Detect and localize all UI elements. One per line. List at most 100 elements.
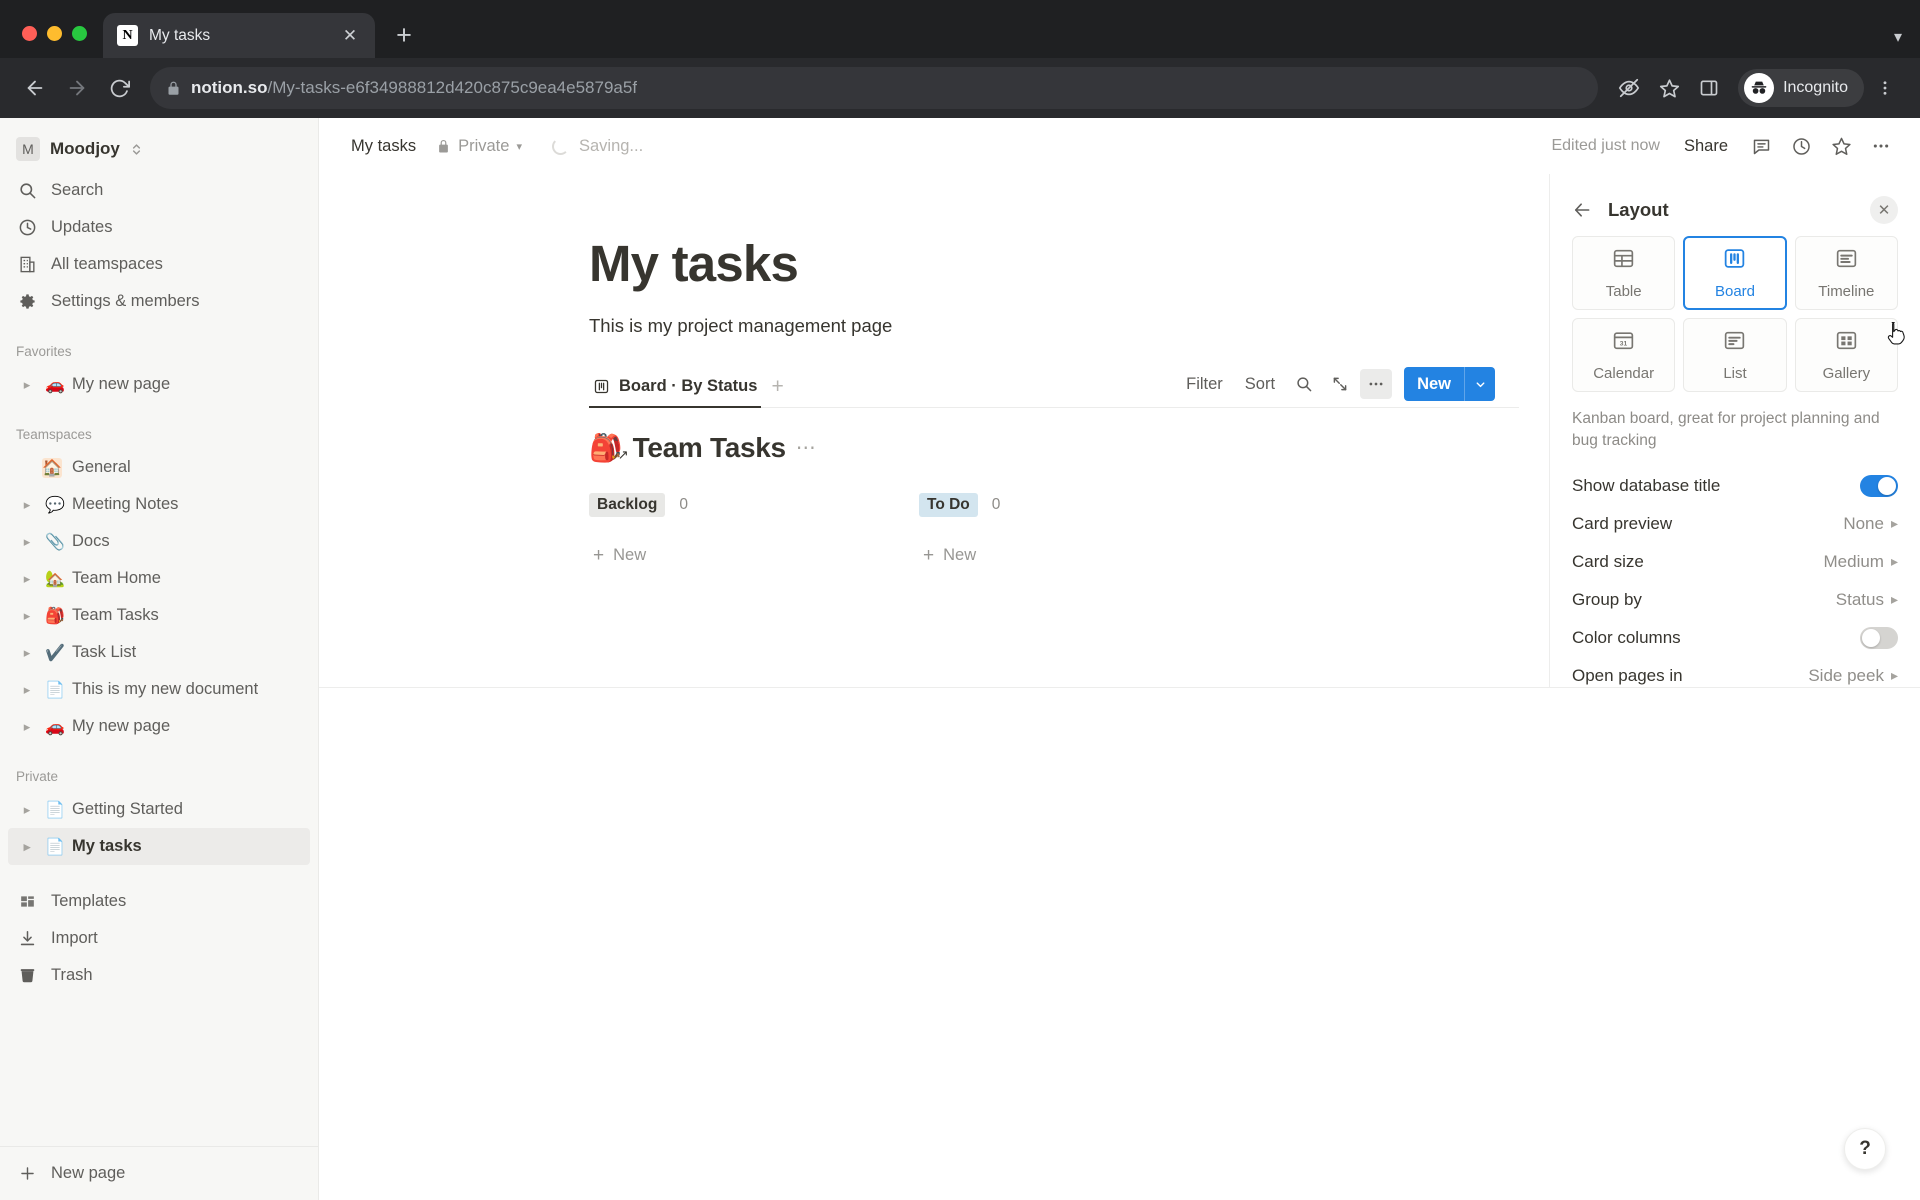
- bookmark-star-icon[interactable]: [1650, 69, 1688, 107]
- browser-window: N My tasks ✕ + ▾ notion.so/My-tasks-e6f3…: [0, 0, 1920, 1200]
- sidebar-item-trash[interactable]: Trash: [8, 957, 310, 994]
- breadcrumb[interactable]: My tasks: [343, 133, 424, 160]
- toggle-knob: [1862, 628, 1880, 647]
- share-button[interactable]: Share: [1674, 132, 1738, 161]
- sidebar-item-team-home[interactable]: ▸ 🏡 Team Home: [8, 560, 310, 597]
- sidebar-item-task-list[interactable]: ▸ ✔️ Task List: [8, 634, 310, 671]
- chevron-right-icon[interactable]: ▸: [16, 608, 38, 624]
- new-page-button[interactable]: New page: [8, 1155, 310, 1192]
- option-card-preview[interactable]: Card preview None ▸: [1572, 505, 1898, 543]
- layout-option-table[interactable]: Table: [1572, 236, 1676, 310]
- sidebar-item-settings-members[interactable]: Settings & members: [8, 283, 310, 320]
- comment-icon[interactable]: [1744, 129, 1778, 163]
- chevron-down-icon: ▾: [516, 140, 522, 153]
- sidebar-item-general[interactable]: 🏠 General: [8, 449, 310, 486]
- sidebar-item-label: Import: [51, 929, 98, 947]
- back-icon[interactable]: [16, 69, 54, 107]
- option-open-pages-in[interactable]: Open pages in Side peek ▸: [1572, 657, 1898, 687]
- forward-icon[interactable]: [58, 69, 96, 107]
- option-group-by[interactable]: Group by Status ▸: [1572, 581, 1898, 619]
- page-emoji-backpack: 🎒: [45, 606, 65, 625]
- sidebar-item-meeting-notes[interactable]: ▸ 💬 Meeting Notes: [8, 486, 310, 523]
- color-columns-toggle[interactable]: [1860, 626, 1898, 649]
- show-database-title-toggle[interactable]: [1860, 474, 1898, 497]
- board-title[interactable]: Team Tasks: [633, 432, 786, 464]
- page-privacy-selector[interactable]: Private ▾: [428, 133, 530, 160]
- more-icon[interactable]: [1864, 129, 1898, 163]
- chevron-right-icon[interactable]: ▸: [16, 534, 38, 550]
- chevron-right-icon[interactable]: ▸: [16, 719, 38, 735]
- close-icon[interactable]: ✕: [1870, 196, 1898, 224]
- clock-icon: [16, 218, 38, 237]
- sidebar-item-my-tasks[interactable]: ▸ 📄 My tasks: [8, 828, 310, 865]
- incognito-profile-button[interactable]: Incognito: [1738, 69, 1864, 107]
- layout-option-calendar[interactable]: 31 Calendar: [1572, 318, 1676, 392]
- option-color-columns[interactable]: Color columns: [1572, 619, 1898, 657]
- sidebar-item-updates[interactable]: Updates: [8, 209, 310, 246]
- maximize-window-button[interactable]: [72, 26, 87, 41]
- new-record-button[interactable]: New: [1404, 367, 1495, 402]
- sidebar-item-docs[interactable]: ▸ 📎 Docs: [8, 523, 310, 560]
- workspace-switcher[interactable]: M Moodjoy: [8, 126, 310, 172]
- sidebar-item-all-teamspaces[interactable]: All teamspaces: [8, 246, 310, 283]
- star-icon[interactable]: [1824, 129, 1858, 163]
- reload-icon[interactable]: [100, 69, 138, 107]
- column-header[interactable]: To Do 0: [919, 490, 1249, 520]
- view-tab-label: Board · By Status: [619, 377, 758, 396]
- side-panel-icon[interactable]: [1690, 69, 1728, 107]
- page-title[interactable]: My tasks: [589, 235, 1519, 292]
- option-show-database-title[interactable]: Show database title: [1572, 467, 1898, 505]
- layout-option-gallery[interactable]: Gallery: [1794, 318, 1905, 392]
- board-more-icon[interactable]: ⋯: [796, 438, 817, 458]
- chrome-menu-icon[interactable]: [1866, 69, 1904, 107]
- sidebar-item-import[interactable]: Import: [8, 920, 310, 957]
- close-tab-icon[interactable]: ✕: [339, 25, 361, 47]
- chevron-right-icon[interactable]: ▸: [16, 802, 38, 818]
- view-options-more-icon[interactable]: [1360, 369, 1393, 400]
- search-icon[interactable]: [1288, 369, 1320, 399]
- new-page-label: New page: [51, 1164, 126, 1182]
- incognito-icon: [1744, 73, 1775, 103]
- filter-button[interactable]: Filter: [1177, 370, 1232, 399]
- layout-option-board[interactable]: Board: [1683, 236, 1787, 310]
- browser-tab[interactable]: N My tasks ✕: [103, 13, 375, 58]
- column-new-card-button[interactable]: + New: [589, 542, 919, 569]
- add-view-button[interactable]: +: [761, 376, 793, 407]
- chevron-right-icon[interactable]: ▸: [16, 571, 38, 587]
- history-icon[interactable]: [1784, 129, 1818, 163]
- chevron-right-icon[interactable]: ▸: [16, 645, 38, 661]
- new-tab-button[interactable]: +: [387, 18, 421, 52]
- chevron-right-icon[interactable]: ▸: [16, 497, 38, 513]
- address-bar[interactable]: notion.so/My-tasks-e6f34988812d420c875c9…: [150, 67, 1599, 109]
- chevron-right-icon[interactable]: ▸: [16, 377, 38, 393]
- chevron-right-icon[interactable]: ▸: [16, 682, 38, 698]
- sidebar-item-getting-started[interactable]: ▸ 📄 Getting Started: [8, 791, 310, 828]
- mouse-cursor-pointer: [1886, 321, 1908, 347]
- option-value: Side peek: [1808, 665, 1884, 685]
- sidebar-item-team-tasks[interactable]: ▸ 🎒 Team Tasks: [8, 597, 310, 634]
- sidebar-item-this-is-my-new-document[interactable]: ▸ 📄 This is my new document: [8, 671, 310, 708]
- expand-icon[interactable]: [1324, 369, 1356, 399]
- view-tab-board[interactable]: Board · By Status: [589, 377, 762, 409]
- option-card-size[interactable]: Card size Medium ▸: [1572, 543, 1898, 581]
- sort-button[interactable]: Sort: [1236, 370, 1284, 399]
- sidebar-item-search[interactable]: Search: [8, 172, 310, 209]
- sidebar-item-templates[interactable]: Templates: [8, 883, 310, 920]
- tab-list-chevron-down-icon[interactable]: ▾: [1894, 30, 1902, 46]
- layout-option-timeline[interactable]: Timeline: [1794, 236, 1898, 310]
- close-window-button[interactable]: [22, 26, 37, 41]
- arrow-left-icon[interactable]: [1572, 200, 1592, 220]
- chevron-down-icon[interactable]: [1465, 367, 1495, 401]
- column-new-card-button[interactable]: + New: [919, 542, 1249, 569]
- page-description[interactable]: This is my project management page: [589, 315, 1519, 337]
- sidebar-item-my-new-page-fav[interactable]: ▸ 🚗 My new page: [8, 366, 310, 403]
- help-button[interactable]: ?: [1844, 1128, 1886, 1170]
- chevron-right-icon[interactable]: ▸: [16, 839, 38, 855]
- gear-icon: [16, 292, 38, 311]
- option-label: Open pages in: [1572, 665, 1683, 685]
- sidebar-item-my-new-page[interactable]: ▸ 🚗 My new page: [8, 708, 310, 745]
- column-header[interactable]: Backlog 0: [589, 490, 919, 520]
- minimize-window-button[interactable]: [47, 26, 62, 41]
- tracking-protection-icon[interactable]: [1610, 69, 1648, 107]
- layout-option-list[interactable]: List: [1683, 318, 1787, 392]
